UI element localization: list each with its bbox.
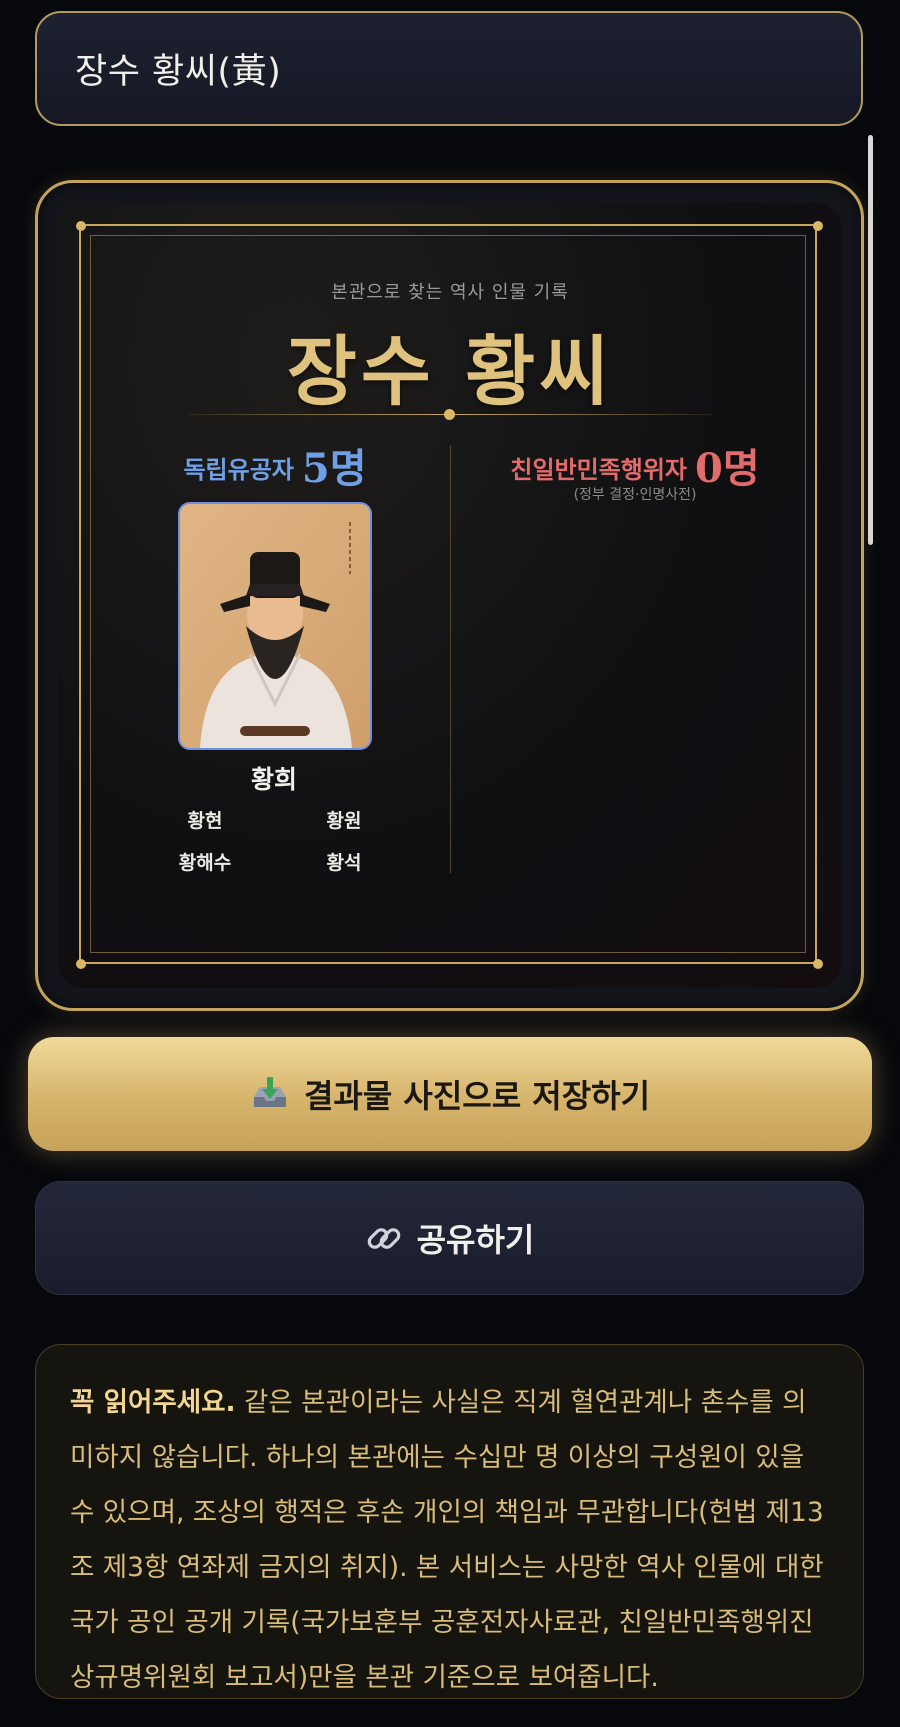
search-value: 장수 황씨(黃) [75, 52, 282, 92]
share-button[interactable]: 공유하기 [35, 1181, 864, 1295]
share-button-label: 공유하기 [416, 1221, 535, 1259]
descendant-name: 황해수 [178, 852, 232, 874]
descendant-name: 황현 [187, 810, 223, 832]
column-divider [450, 445, 451, 873]
corner-dot [813, 221, 823, 231]
notice-body: 같은 본관이라는 사실은 직계 혈연관계나 촌수를 의미하지 않습니다. 하나의… [70, 1387, 824, 1693]
portrait-image[interactable] [178, 502, 372, 750]
collaborator-label: 친일반민족행위자 [510, 456, 687, 484]
descendant-name: 황석 [326, 852, 362, 874]
notice-heading: 꼭 읽어주세요. [70, 1387, 236, 1418]
independence-stat: 독립유공자 5명 [150, 436, 400, 494]
corner-dot [813, 959, 823, 969]
link-icon [365, 1219, 403, 1257]
save-image-button[interactable]: 결과물 사진으로 저장하기 [28, 1037, 872, 1151]
disclaimer-notice: 꼭 읽어주세요. 같은 본관이라는 사실은 직계 혈연관계나 촌수를 의미하지 … [35, 1344, 864, 1699]
card-eyebrow: 본관으로 찾는 역사 인물 기록 [331, 282, 569, 303]
featured-person-name: 황희 [250, 765, 297, 794]
independence-label: 독립유공자 [183, 456, 294, 484]
title-divider-dot [444, 409, 455, 420]
clan-title: 장수 황씨 [286, 327, 614, 416]
descendant-name: 황원 [326, 810, 362, 832]
search-input[interactable]: 장수 황씨(黃) [35, 11, 863, 126]
corner-dot [76, 959, 86, 969]
collaborator-note: (정부 결정·인명사전) [573, 487, 697, 503]
save-button-label: 결과물 사진으로 저장하기 [303, 1077, 651, 1115]
download-tray-icon [250, 1077, 290, 1111]
independence-count: 5명 [301, 445, 367, 492]
corner-dot [76, 221, 86, 231]
